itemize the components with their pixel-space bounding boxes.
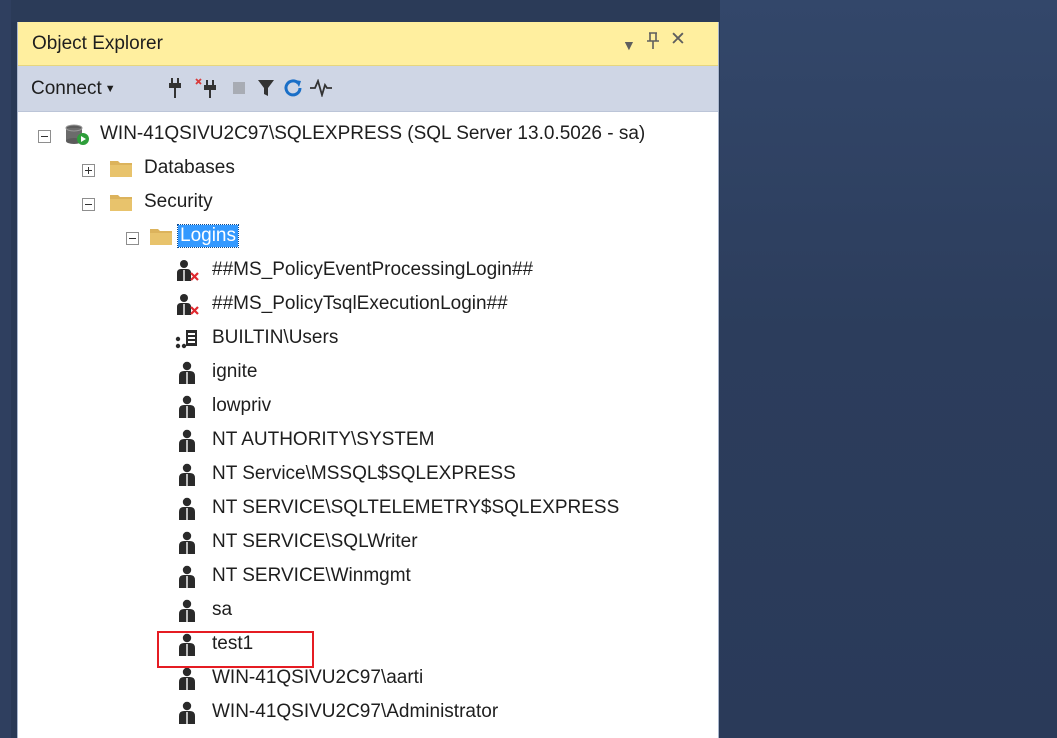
connect-dropdown-icon[interactable]: ▼	[105, 83, 116, 95]
stop-icon[interactable]	[230, 74, 248, 102]
user-login-icon	[176, 701, 202, 725]
document-well-background	[720, 0, 1057, 738]
disabled-login-icon	[176, 259, 202, 283]
folder-icon	[108, 157, 134, 181]
user-login-icon	[176, 463, 202, 487]
close-icon[interactable]: ✕	[670, 30, 686, 50]
object-explorer-title-bar[interactable]: Object Explorer ▼ ✕	[18, 22, 718, 66]
login-label: ##MS_PolicyEventProcessingLogin##	[212, 259, 534, 280]
user-login-icon	[176, 565, 202, 589]
object-explorer-tree: WIN-41QSIVU2C97\SQLEXPRESS (SQL Server 1…	[18, 112, 718, 738]
tree-login-item[interactable]: WIN-41QSIVU2C97\aarti	[18, 662, 718, 696]
login-label: sa	[212, 599, 233, 620]
tree-login-item[interactable]: NT SERVICE\SQLWriter	[18, 526, 718, 560]
server-label: WIN-41QSIVU2C97\SQLEXPRESS (SQL Server 1…	[100, 123, 646, 144]
window-left-strip	[0, 0, 11, 738]
login-label: ##MS_PolicyTsqlExecutionLogin##	[212, 293, 508, 314]
user-login-icon	[176, 667, 202, 691]
dropdown-arrow-icon[interactable]: ▼	[622, 35, 636, 55]
tree-node-security[interactable]: Security	[18, 186, 718, 220]
folder-icon	[148, 225, 174, 249]
object-explorer-toolbar: Connect ▼	[18, 66, 718, 112]
object-explorer-panel: Object Explorer ▼ ✕ Connect ▼ WIN-41QSIV…	[17, 22, 719, 738]
tree-login-item[interactable]: BUILTIN\Users	[18, 322, 718, 356]
login-label: WIN-41QSIVU2C97\Administrator	[212, 701, 499, 722]
login-label: NT AUTHORITY\SYSTEM	[212, 429, 435, 450]
login-label: NT SERVICE\SQLWriter	[212, 531, 418, 552]
user-login-icon	[176, 497, 202, 521]
folder-icon	[108, 191, 134, 215]
login-label: NT SERVICE\SQLTELEMETRY$SQLEXPRESS	[212, 497, 620, 518]
security-label: Security	[144, 191, 213, 212]
tree-login-item[interactable]: NT Service\MSSQL$SQLEXPRESS	[18, 458, 718, 492]
connect-plug-icon[interactable]	[166, 74, 184, 102]
logins-label: Logins	[177, 224, 239, 248]
tree-login-item[interactable]: ##MS_PolicyTsqlExecutionLogin##	[18, 288, 718, 322]
filter-icon[interactable]	[256, 74, 276, 102]
user-login-icon	[176, 429, 202, 453]
tree-login-item-highlighted[interactable]: test1	[18, 628, 718, 662]
login-label: lowpriv	[212, 395, 272, 416]
panel-title: Object Explorer	[32, 33, 163, 54]
login-label: test1	[212, 633, 254, 654]
tree-login-item[interactable]: ##MS_PolicyEventProcessingLogin##	[18, 254, 718, 288]
group-login-icon	[174, 327, 200, 351]
user-login-icon	[176, 531, 202, 555]
disconnect-plug-icon[interactable]	[194, 74, 220, 102]
user-login-icon	[176, 633, 202, 657]
tree-node-logins[interactable]: Logins	[18, 220, 718, 254]
collapse-toggle[interactable]	[126, 232, 139, 245]
tree-node-databases[interactable]: Databases	[18, 152, 718, 186]
pin-icon[interactable]	[646, 32, 660, 55]
tree-node-server[interactable]: WIN-41QSIVU2C97\SQLEXPRESS (SQL Server 1…	[18, 118, 718, 152]
login-label: BUILTIN\Users	[212, 327, 339, 348]
expand-toggle[interactable]	[82, 164, 95, 177]
connect-label: Connect	[31, 78, 102, 99]
collapse-toggle[interactable]	[38, 130, 51, 143]
login-label: NT Service\MSSQL$SQLEXPRESS	[212, 463, 516, 484]
login-label: WIN-41QSIVU2C97\aarti	[212, 667, 424, 688]
tree-login-item[interactable]: NT SERVICE\Winmgmt	[18, 560, 718, 594]
disabled-login-icon	[176, 293, 202, 317]
connect-button[interactable]: Connect ▼	[31, 78, 116, 100]
tree-login-item[interactable]: NT AUTHORITY\SYSTEM	[18, 424, 718, 458]
activity-monitor-icon[interactable]	[308, 74, 334, 102]
login-label: ignite	[212, 361, 258, 382]
tree-login-item[interactable]: WIN-41QSIVU2C97\Administrator	[18, 696, 718, 730]
server-running-icon	[63, 123, 91, 147]
collapse-toggle[interactable]	[82, 198, 95, 211]
user-login-icon	[176, 599, 202, 623]
user-login-icon	[176, 395, 202, 419]
tree-login-item[interactable]: NT SERVICE\SQLTELEMETRY$SQLEXPRESS	[18, 492, 718, 526]
refresh-icon[interactable]	[282, 74, 304, 102]
user-login-icon	[176, 361, 202, 385]
tree-login-item[interactable]: lowpriv	[18, 390, 718, 424]
tree-login-item[interactable]: ignite	[18, 356, 718, 390]
tree-login-item[interactable]: sa	[18, 594, 718, 628]
login-label: NT SERVICE\Winmgmt	[212, 565, 411, 586]
databases-label: Databases	[144, 157, 235, 178]
